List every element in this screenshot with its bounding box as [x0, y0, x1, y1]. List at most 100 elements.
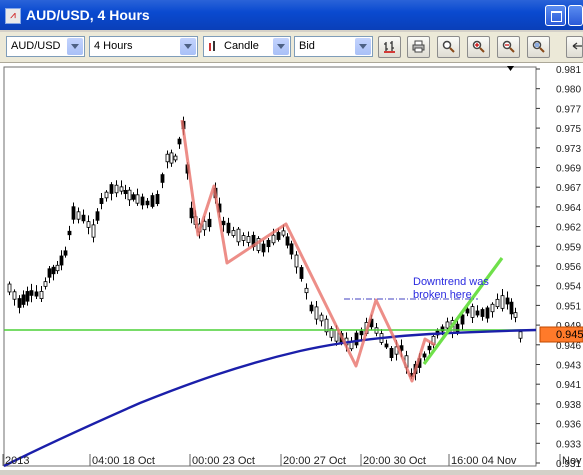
candle-up: [490, 303, 495, 313]
candle-up: [104, 191, 109, 199]
candle-down: [309, 304, 314, 312]
candlestick-chart[interactable]: Downtrend was broken here 0.981 0.980 0.97…: [0, 63, 583, 470]
candle-up: [513, 312, 518, 318]
candle-down: [509, 301, 514, 315]
candle-up: [7, 283, 12, 293]
candle-down: [145, 200, 150, 206]
zoom-button[interactable]: [437, 36, 460, 58]
candle-down: [427, 345, 432, 351]
candle-up: [12, 291, 17, 300]
candle-up: [55, 264, 60, 272]
candle-down: [17, 298, 22, 308]
zoom-in-icon: [472, 40, 485, 53]
title-bar: ⩘ AUD/USD, 4 Hours: [0, 0, 583, 30]
price-tick-label: 0.936: [556, 420, 581, 431]
candle-up: [86, 221, 91, 228]
candle-down: [485, 307, 490, 319]
candle-down: [389, 348, 394, 358]
chevron-down-icon[interactable]: [355, 38, 371, 55]
chevron-down-icon[interactable]: [67, 38, 83, 55]
zoom-out-button[interactable]: [497, 36, 520, 58]
candle-down: [123, 189, 128, 195]
candle-down: [285, 236, 290, 246]
price-tick-label: 0.980: [556, 85, 581, 96]
scroll-end-button[interactable]: [566, 36, 583, 58]
candle-down: [25, 291, 30, 302]
zoom-in-button[interactable]: [467, 36, 490, 58]
bar-chart-icon: [384, 41, 395, 53]
candle-down: [63, 250, 68, 256]
candle-down: [299, 267, 304, 279]
candle-down: [109, 184, 114, 194]
chart-type-select[interactable]: Candle: [203, 36, 291, 57]
candle-down: [505, 297, 510, 305]
candle-up: [43, 281, 48, 287]
symbol-select[interactable]: AUD/USD: [6, 36, 85, 57]
candle-up: [91, 224, 96, 238]
candle-down: [51, 266, 56, 275]
price-type-value: Bid: [299, 40, 315, 52]
price-tick-label: 0.975: [556, 124, 581, 135]
price-type-select[interactable]: Bid: [294, 36, 373, 57]
time-tick-label: 16:00 04 Nov: [451, 455, 517, 467]
candle-up: [281, 230, 286, 236]
candle-down: [160, 174, 165, 183]
candle-down: [71, 206, 76, 220]
candle-down: [81, 214, 86, 222]
candle-down: [177, 138, 182, 145]
price-tick-label: 0.933: [556, 439, 581, 450]
candle-up: [165, 153, 170, 163]
window-title: AUD/USD, 4 Hours: [26, 7, 150, 23]
price-tick-label: 0.973: [556, 144, 581, 155]
candle-down: [140, 196, 145, 206]
annotation-text-line2: broken here: [413, 289, 472, 301]
candle-down: [34, 291, 39, 297]
candle-down: [465, 308, 470, 314]
price-tick-label: 0.962: [556, 223, 581, 234]
candle-up: [231, 230, 236, 236]
price-chart[interactable]: Downtrend was broken here 0.981 0.980 0.97…: [0, 63, 583, 470]
candle-up: [500, 295, 505, 309]
candle-down: [47, 268, 52, 278]
chevron-down-icon[interactable]: [180, 38, 196, 55]
price-tick-label: 0.951: [556, 301, 581, 312]
price-tick-label: 0.969: [556, 164, 581, 175]
candle-down: [261, 243, 266, 253]
candle-up: [518, 331, 523, 339]
candle-up: [169, 152, 174, 164]
candle-down: [460, 314, 465, 325]
time-tick-label: 20:00 27 Oct: [283, 455, 346, 467]
zoom-fit-button[interactable]: [527, 36, 550, 58]
period-select[interactable]: 4 Hours: [89, 36, 198, 57]
chart-window-icon: ⩘: [5, 8, 21, 24]
candle-up: [246, 236, 251, 243]
candle-icon: [209, 41, 215, 53]
price-tick-label: 0.977: [556, 104, 581, 115]
chevron-down-icon[interactable]: [273, 38, 289, 55]
time-tick-label: Nov: [562, 455, 582, 467]
candle-down: [354, 332, 359, 346]
time-axis: 2013 04:00 18 Oct 00:00 23 Oct 20:00 27 Oct…: [2, 454, 582, 467]
magnifier-icon: [442, 40, 455, 53]
time-tick-label: 20:00 30 Oct: [363, 455, 426, 467]
print-button[interactable]: [407, 36, 430, 58]
candle-up: [173, 155, 178, 161]
zoom-fit-icon: [532, 40, 545, 53]
current-price-label: 0.945: [556, 329, 583, 341]
candle-up: [127, 189, 132, 201]
candle-down: [266, 239, 271, 248]
candle-up: [114, 184, 119, 194]
candle-down: [359, 330, 364, 336]
bar-chart-button[interactable]: [378, 36, 401, 58]
candle-up: [470, 306, 475, 318]
annotation-text-line1: Downtrend was: [413, 276, 489, 288]
candle-down: [226, 222, 231, 234]
time-tick-label: 04:00 18 Oct: [92, 455, 155, 467]
close-button[interactable]: [568, 5, 583, 26]
time-tick-label: 00:00 23 Oct: [192, 455, 255, 467]
candle-up: [119, 186, 124, 192]
candle-up: [271, 234, 276, 244]
restore-button[interactable]: [545, 5, 566, 26]
price-tick-label: 0.959: [556, 242, 581, 253]
candle-down: [422, 353, 427, 358]
